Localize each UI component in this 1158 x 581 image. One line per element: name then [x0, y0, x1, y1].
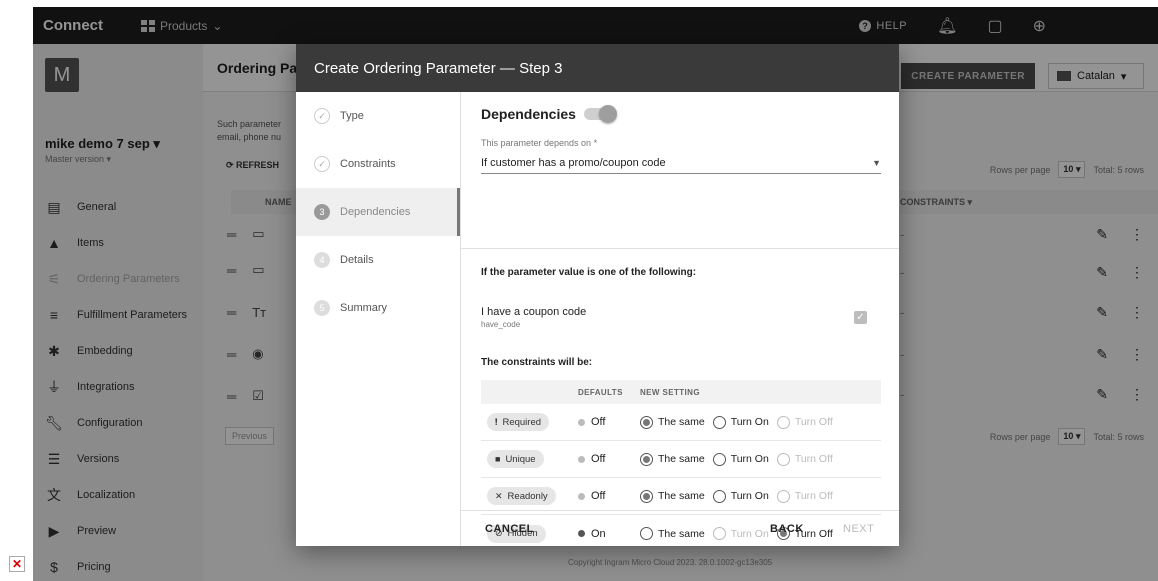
unique-icon: ■	[495, 454, 501, 464]
constraint-row-unique: ■ Unique Off The same Turn On Turn Off	[481, 441, 881, 478]
option-label: I have a coupon code	[481, 306, 587, 318]
check-icon: ✓	[314, 156, 330, 172]
radio-label: Turn On	[730, 490, 769, 502]
radio-label: The same	[658, 416, 705, 428]
constraint-chip: ✕ Readonly	[487, 487, 556, 505]
create-parameter-dialog: Create Ordering Parameter — Step 3 ✓ Type…	[296, 44, 899, 546]
step-label: Constraints	[340, 158, 396, 170]
constraint-chip: ■ Unique	[487, 450, 544, 468]
step-label: Type	[340, 110, 364, 122]
radio-button[interactable]	[640, 489, 653, 503]
radio-button[interactable]	[712, 415, 726, 429]
caret-down-icon: ▼	[872, 157, 881, 168]
exclamation-icon: ❗︎	[495, 416, 498, 427]
step-summary: 5 Summary	[296, 284, 460, 332]
radio-button[interactable]	[712, 489, 726, 503]
radio-button	[776, 452, 790, 466]
constraint-chip: ❗︎ Required	[487, 413, 550, 431]
radio-button[interactable]	[640, 415, 653, 429]
step-label: Dependencies	[340, 206, 411, 218]
step-type[interactable]: ✓ Type	[296, 92, 460, 140]
radio-button[interactable]	[640, 452, 653, 466]
radio-label: Turn Off	[794, 416, 833, 428]
radio-label: The same	[658, 490, 705, 502]
radio-turn-on[interactable]: Turn On	[712, 489, 769, 503]
default-value: Off	[591, 453, 606, 465]
constraint-row-required: ❗︎ Required Off The same Turn On Turn Off	[481, 404, 881, 441]
step-label: Details	[340, 254, 374, 266]
step-constraints[interactable]: ✓ Constraints	[296, 140, 460, 188]
column-header-defaults: DEFAULTS	[578, 387, 623, 397]
column-header-new-setting: NEW SETTING	[640, 387, 700, 397]
radio-turn-off: Turn Off	[776, 415, 833, 429]
step-number: 5	[314, 300, 330, 316]
default-dot-icon	[578, 492, 585, 500]
constraints-section-title: The constraints will be:	[481, 357, 593, 368]
option-code: have_code	[481, 320, 521, 329]
default-dot-icon	[578, 455, 585, 463]
wizard-steps: ✓ Type ✓ Constraints 3 Dependencies 4 Detail…	[296, 92, 461, 546]
constraint-name: Readonly	[507, 490, 548, 502]
radio-same[interactable]: The same	[640, 489, 705, 503]
constraint-name: Unique	[505, 453, 536, 465]
constraints-table-header: DEFAULTS NEW SETTING	[481, 380, 881, 404]
toggle-knob	[598, 105, 617, 123]
radio-turn-on[interactable]: Turn On	[712, 415, 769, 429]
radio-label: Turn On	[730, 416, 769, 428]
dependencies-header: Dependencies	[481, 105, 617, 123]
dependencies-toggle[interactable]	[583, 105, 617, 123]
radio-label: Turn On	[730, 453, 769, 465]
step-number: 3	[314, 204, 330, 220]
pencil-off-icon: ✕	[495, 490, 503, 501]
radio-button	[776, 489, 790, 503]
next-button: NEXT	[843, 522, 875, 535]
values-section-title: If the parameter value is one of the fol…	[481, 267, 697, 278]
dialog-footer: CANCEL BACK NEXT	[461, 510, 899, 546]
default-value: Off	[591, 416, 606, 428]
radio-label: The same	[658, 453, 705, 465]
radio-same[interactable]: The same	[640, 452, 705, 466]
radio-turn-off: Turn Off	[776, 489, 833, 503]
step-dependencies[interactable]: 3 Dependencies	[296, 188, 460, 236]
back-button[interactable]: BACK	[770, 523, 804, 535]
option-checkbox[interactable]: ✓	[854, 311, 867, 324]
depends-on-label: This parameter depends on *	[481, 138, 598, 148]
step-details: 4 Details	[296, 236, 460, 284]
dependencies-title: Dependencies	[481, 106, 576, 122]
divider	[461, 248, 899, 249]
check-icon: ✓	[314, 108, 330, 124]
radio-label: Turn Off	[794, 453, 833, 465]
radio-label: Turn Off	[794, 490, 833, 502]
step-label: Summary	[340, 302, 388, 314]
step-number: 4	[314, 252, 330, 268]
default-value: Off	[591, 490, 606, 502]
default-dot-icon	[578, 418, 585, 426]
radio-button	[776, 415, 790, 429]
dialog-title: Create Ordering Parameter — Step 3	[296, 44, 899, 92]
broken-image-icon: ✕	[9, 556, 25, 572]
depends-on-value: If customer has a promo/coupon code	[481, 156, 666, 169]
radio-same[interactable]: The same	[640, 415, 705, 429]
constraint-name: Required	[502, 416, 542, 428]
radio-turn-on[interactable]: Turn On	[712, 452, 769, 466]
dialog-content: Dependencies This parameter depends on *…	[461, 92, 899, 546]
radio-button[interactable]	[712, 452, 726, 466]
radio-turn-off: Turn Off	[776, 452, 833, 466]
depends-on-select[interactable]: If customer has a promo/coupon code ▼	[481, 152, 881, 174]
cancel-button[interactable]: CANCEL	[485, 523, 534, 535]
